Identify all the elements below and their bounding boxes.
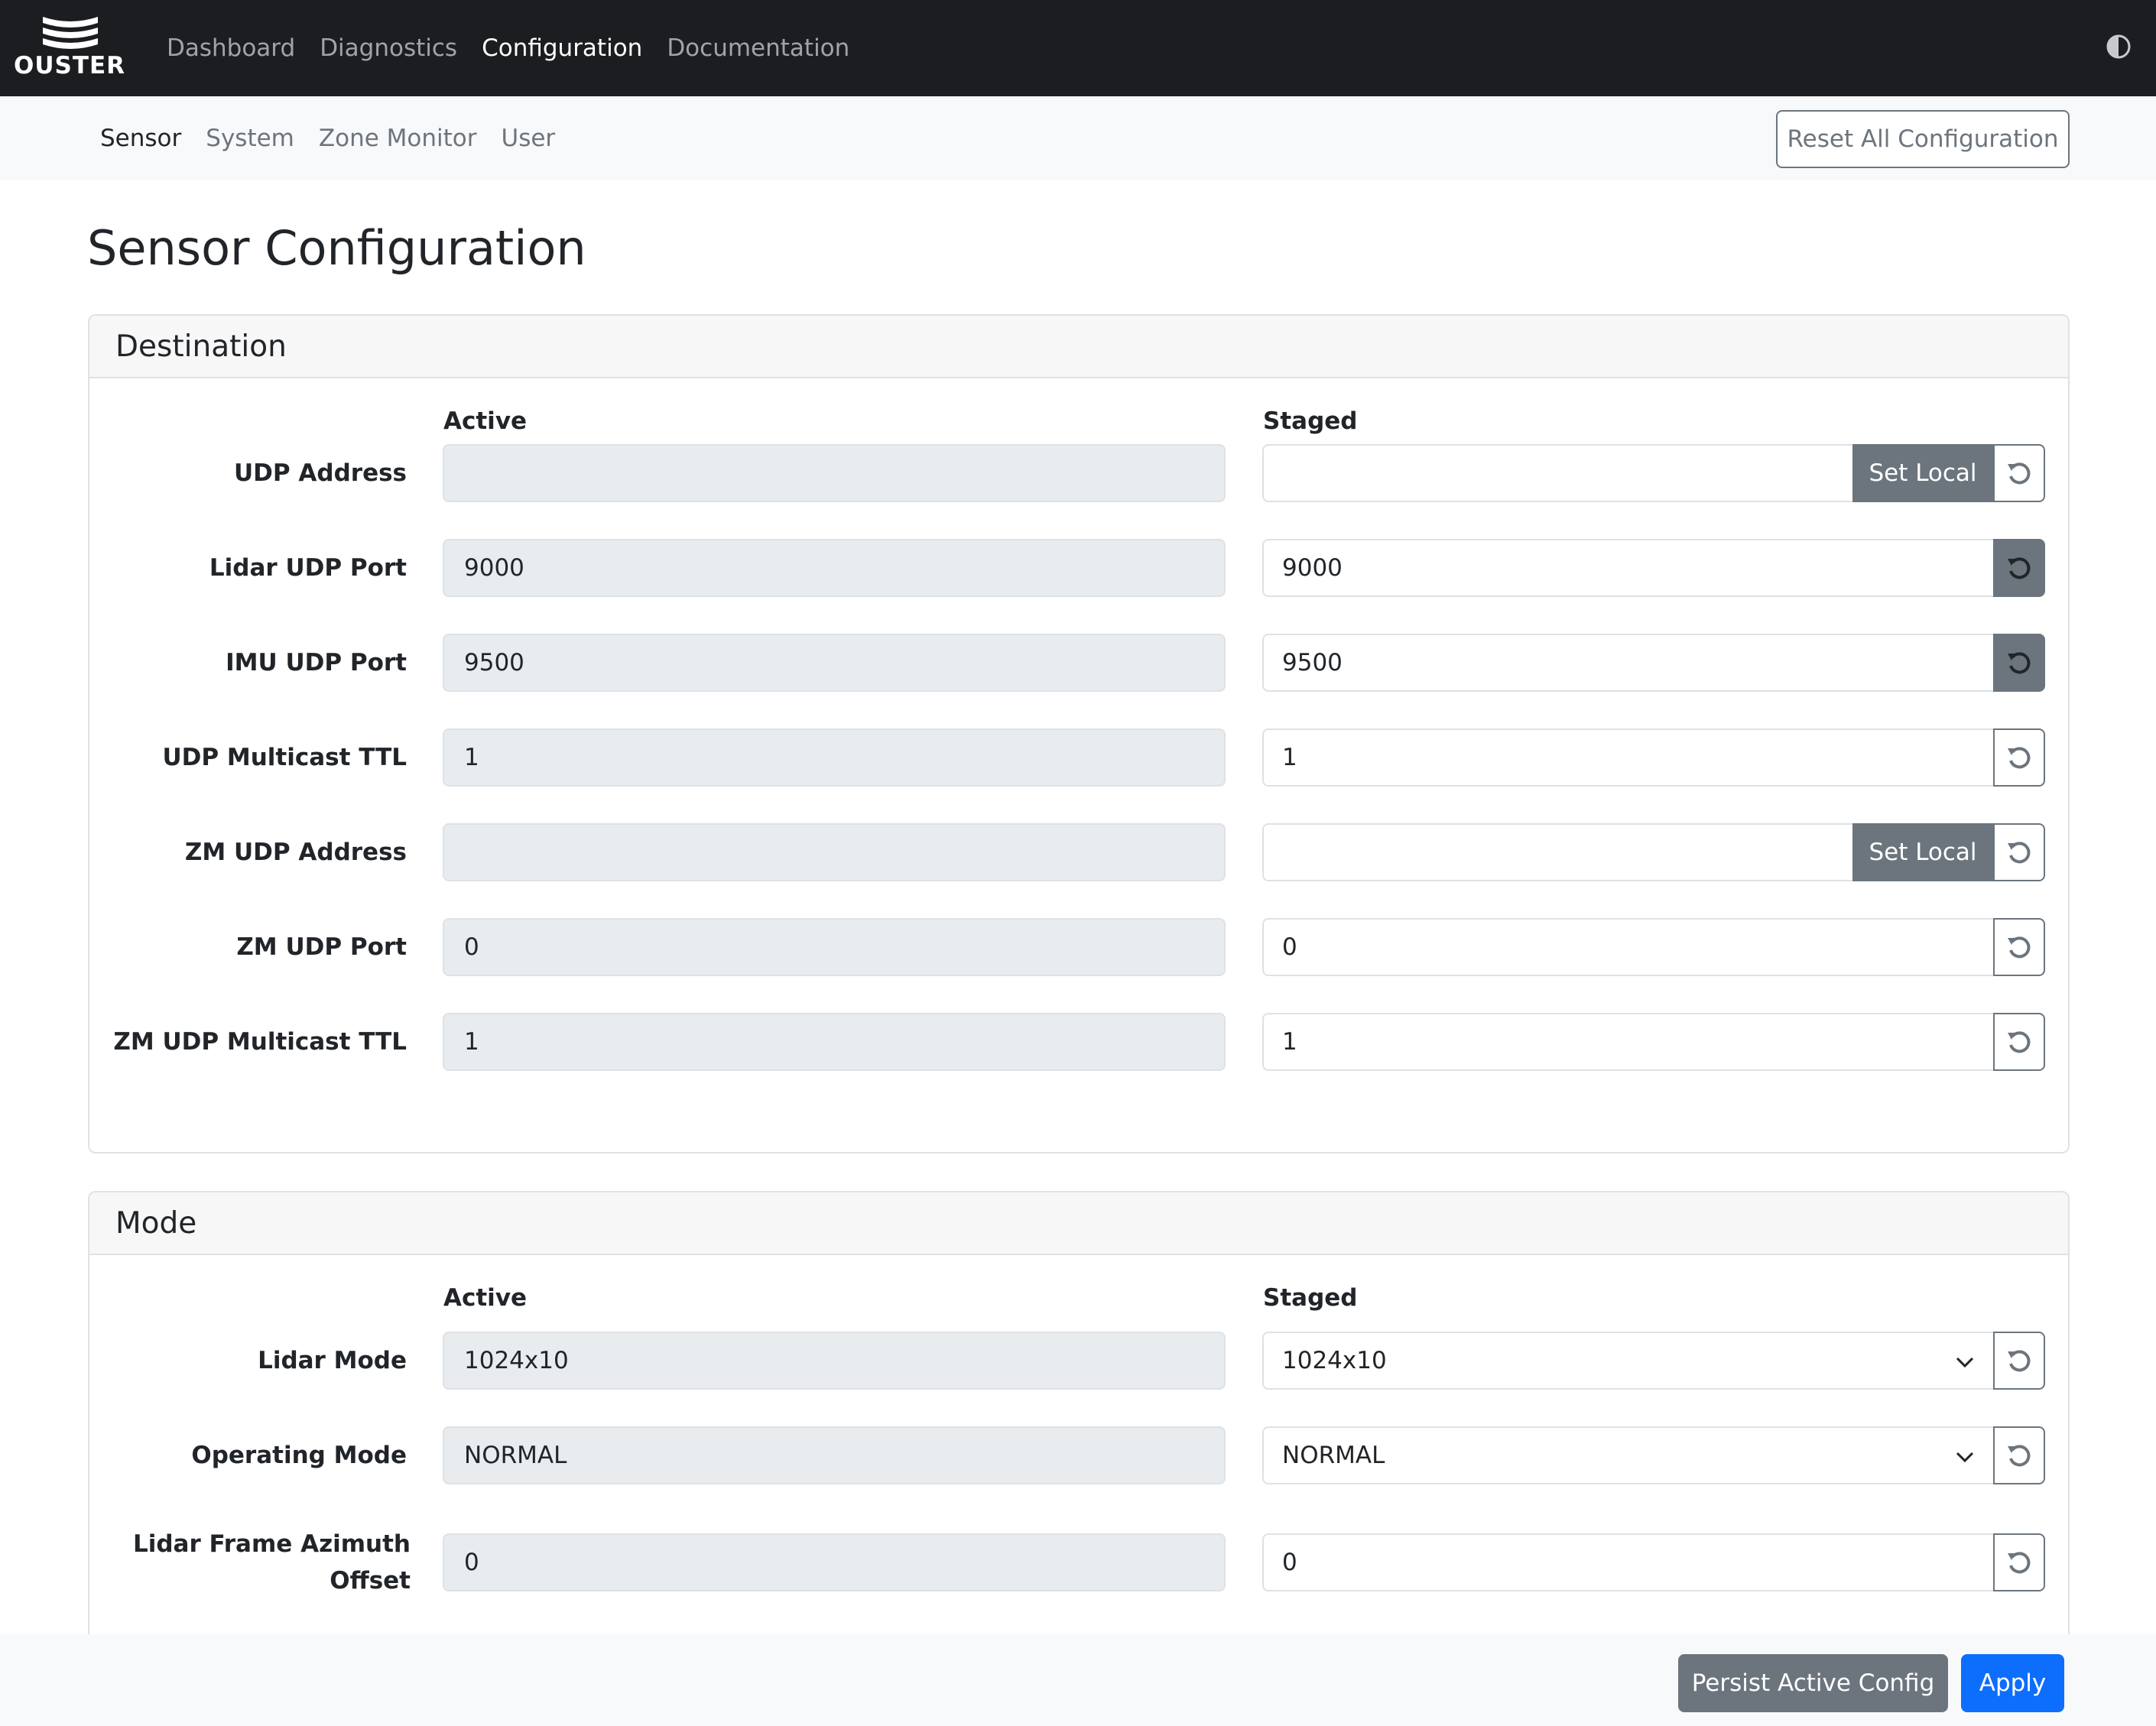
lidar-udp-port-reset-button[interactable] (1993, 539, 2045, 597)
lidar-mode-selected-value: 1024x10 (1282, 1347, 1387, 1374)
zm-udp-multicast-ttl-staged-group (1262, 1013, 2045, 1071)
lidar-frame-azimuth-offset-input[interactable] (1262, 1533, 1993, 1591)
zm-udp-address-active (443, 823, 1226, 881)
lidar-frame-azimuth-offset-reset-button[interactable] (1993, 1533, 2045, 1591)
udp-address-label: UDP Address (233, 459, 407, 487)
udp-multicast-ttl-label: UDP Multicast TTL (162, 744, 407, 771)
zm-udp-multicast-ttl-input[interactable] (1262, 1013, 1993, 1071)
lidar-mode-label: Lidar Mode (258, 1347, 407, 1374)
reset-all-configuration-button[interactable]: Reset All Configuration (1776, 110, 2070, 168)
udp-multicast-ttl-staged-group (1262, 728, 2045, 787)
zm-udp-address-input[interactable] (1262, 823, 1852, 881)
imu-udp-port-input[interactable] (1262, 634, 1993, 692)
reset-icon (2008, 1445, 2031, 1467)
reset-icon (2008, 557, 2031, 579)
destination-card: Destination Active Staged UDP Address Se… (88, 314, 2070, 1153)
zm-udp-port-staged-group (1262, 918, 2045, 976)
nav-configuration[interactable]: Configuration (482, 34, 642, 62)
subnav-links: Sensor System Zone Monitor User (100, 96, 580, 180)
lidar-udp-port-input[interactable] (1262, 539, 1993, 597)
imu-udp-port-staged-group (1262, 634, 2045, 692)
zm-udp-address-set-local-button[interactable]: Set Local (1852, 823, 1993, 881)
udp-address-set-local-button[interactable]: Set Local (1852, 444, 1993, 502)
operating-mode-select[interactable]: NORMAL (1262, 1426, 1993, 1484)
lidar-mode-active: 1024x10 (443, 1332, 1226, 1390)
reset-icon (2008, 1031, 2031, 1053)
udp-address-input[interactable] (1262, 444, 1852, 502)
zm-udp-port-input[interactable] (1262, 918, 1993, 976)
zm-udp-address-label: ZM UDP Address (184, 839, 407, 866)
lidar-frame-azimuth-offset-active: 0 (443, 1533, 1226, 1591)
lidar-udp-port-staged-group (1262, 539, 2045, 597)
brand-name: OUSTER (14, 52, 126, 79)
lidar-mode-staged-group: 1024x10 (1262, 1332, 2045, 1390)
udp-multicast-ttl-reset-button[interactable] (1993, 728, 2045, 787)
page-title: Sensor Configuration (87, 220, 586, 276)
active-column-header: Active (443, 407, 528, 435)
udp-address-active (443, 444, 1226, 502)
zm-udp-multicast-ttl-label: ZM UDP Multicast TTL (113, 1028, 407, 1056)
lidar-udp-port-active: 9000 (443, 539, 1226, 597)
apply-button[interactable]: Apply (1961, 1654, 2064, 1712)
main-nav: Dashboard Diagnostics Configuration Docu… (167, 0, 874, 96)
subnav-system[interactable]: System (206, 125, 294, 152)
imu-udp-port-reset-button[interactable] (1993, 634, 2045, 692)
udp-address-staged-group: Set Local (1262, 444, 2045, 502)
lidar-udp-port-label: Lidar UDP Port (209, 554, 407, 582)
reset-icon (2008, 747, 2031, 769)
zm-udp-port-reset-button[interactable] (1993, 918, 2045, 976)
zm-udp-multicast-ttl-active: 1 (443, 1013, 1226, 1071)
lidar-mode-reset-button[interactable] (1993, 1332, 2045, 1390)
operating-mode-label: Operating Mode (191, 1442, 407, 1469)
reset-icon (2008, 1350, 2031, 1372)
brand-logo[interactable]: OUSTER (12, 14, 132, 81)
operating-mode-selected-value: NORMAL (1282, 1442, 1385, 1469)
udp-multicast-ttl-active: 1 (443, 728, 1226, 787)
operating-mode-staged-group: NORMAL (1262, 1426, 2045, 1484)
operating-mode-reset-button[interactable] (1993, 1426, 2045, 1484)
reset-icon (2008, 936, 2031, 959)
mode-active-column-header: Active (443, 1284, 528, 1312)
zm-udp-port-label: ZM UDP Port (236, 933, 407, 961)
zm-udp-port-active: 0 (443, 918, 1226, 976)
staged-column-header: Staged (1263, 407, 1358, 435)
mode-staged-column-header: Staged (1263, 1284, 1358, 1312)
zm-udp-address-staged-group: Set Local (1262, 823, 2045, 881)
lidar-mode-select[interactable]: 1024x10 (1262, 1332, 1993, 1390)
ouster-logo-icon (43, 17, 98, 49)
reset-icon (2008, 842, 2031, 864)
zm-udp-multicast-ttl-reset-button[interactable] (1993, 1013, 2045, 1071)
imu-udp-port-active: 9500 (443, 634, 1226, 692)
top-navbar: OUSTER Dashboard Diagnostics Configurati… (0, 0, 2156, 96)
zm-udp-address-reset-button[interactable] (1993, 823, 2045, 881)
subnav-zone-monitor[interactable]: Zone Monitor (319, 125, 477, 152)
lidar-frame-azimuth-offset-label: Lidar Frame Azimuth Offset (132, 1530, 411, 1595)
operating-mode-active: NORMAL (443, 1426, 1226, 1484)
contrast-icon[interactable] (2106, 34, 2132, 60)
nav-diagnostics[interactable]: Diagnostics (320, 34, 457, 62)
subnav-sensor[interactable]: Sensor (100, 125, 181, 152)
reset-icon (2008, 1552, 2031, 1574)
reset-icon (2008, 652, 2031, 674)
nav-documentation[interactable]: Documentation (667, 34, 849, 62)
lidar-frame-azimuth-offset-staged-group (1262, 1533, 2045, 1591)
reset-icon (2008, 462, 2031, 485)
udp-multicast-ttl-input[interactable] (1262, 728, 1993, 787)
persist-active-config-button[interactable]: Persist Active Config (1678, 1654, 1948, 1712)
mode-card-header: Mode (89, 1192, 2068, 1255)
chevron-down-icon (1956, 1357, 1974, 1368)
nav-dashboard[interactable]: Dashboard (167, 34, 295, 62)
subnav-user[interactable]: User (502, 125, 556, 152)
imu-udp-port-label: IMU UDP Port (226, 649, 407, 676)
destination-card-header: Destination (89, 316, 2068, 378)
udp-address-reset-button[interactable] (1993, 444, 2045, 502)
chevron-down-icon (1956, 1452, 1974, 1463)
